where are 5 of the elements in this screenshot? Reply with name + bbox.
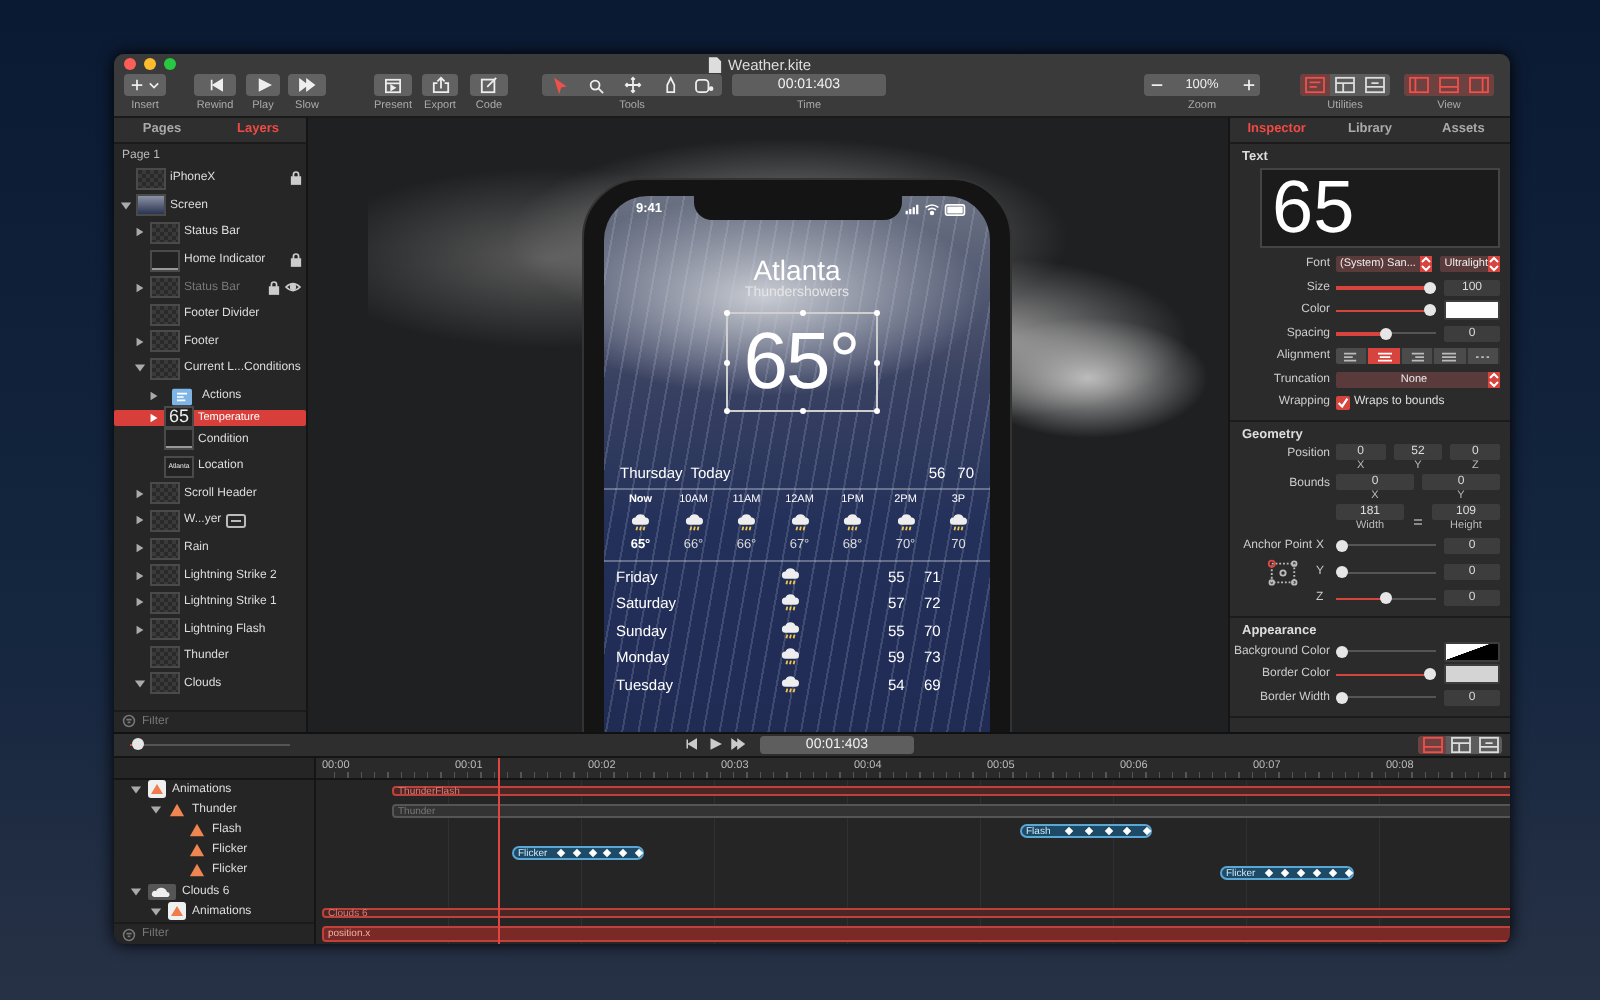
selection-frame[interactable]: 65° xyxy=(725,311,877,411)
layer-thumbnail: 65 xyxy=(164,406,194,429)
temperature: 65° xyxy=(743,317,859,405)
city-name: Atlanta xyxy=(751,255,843,285)
text-preview: 65 xyxy=(1260,167,1500,247)
